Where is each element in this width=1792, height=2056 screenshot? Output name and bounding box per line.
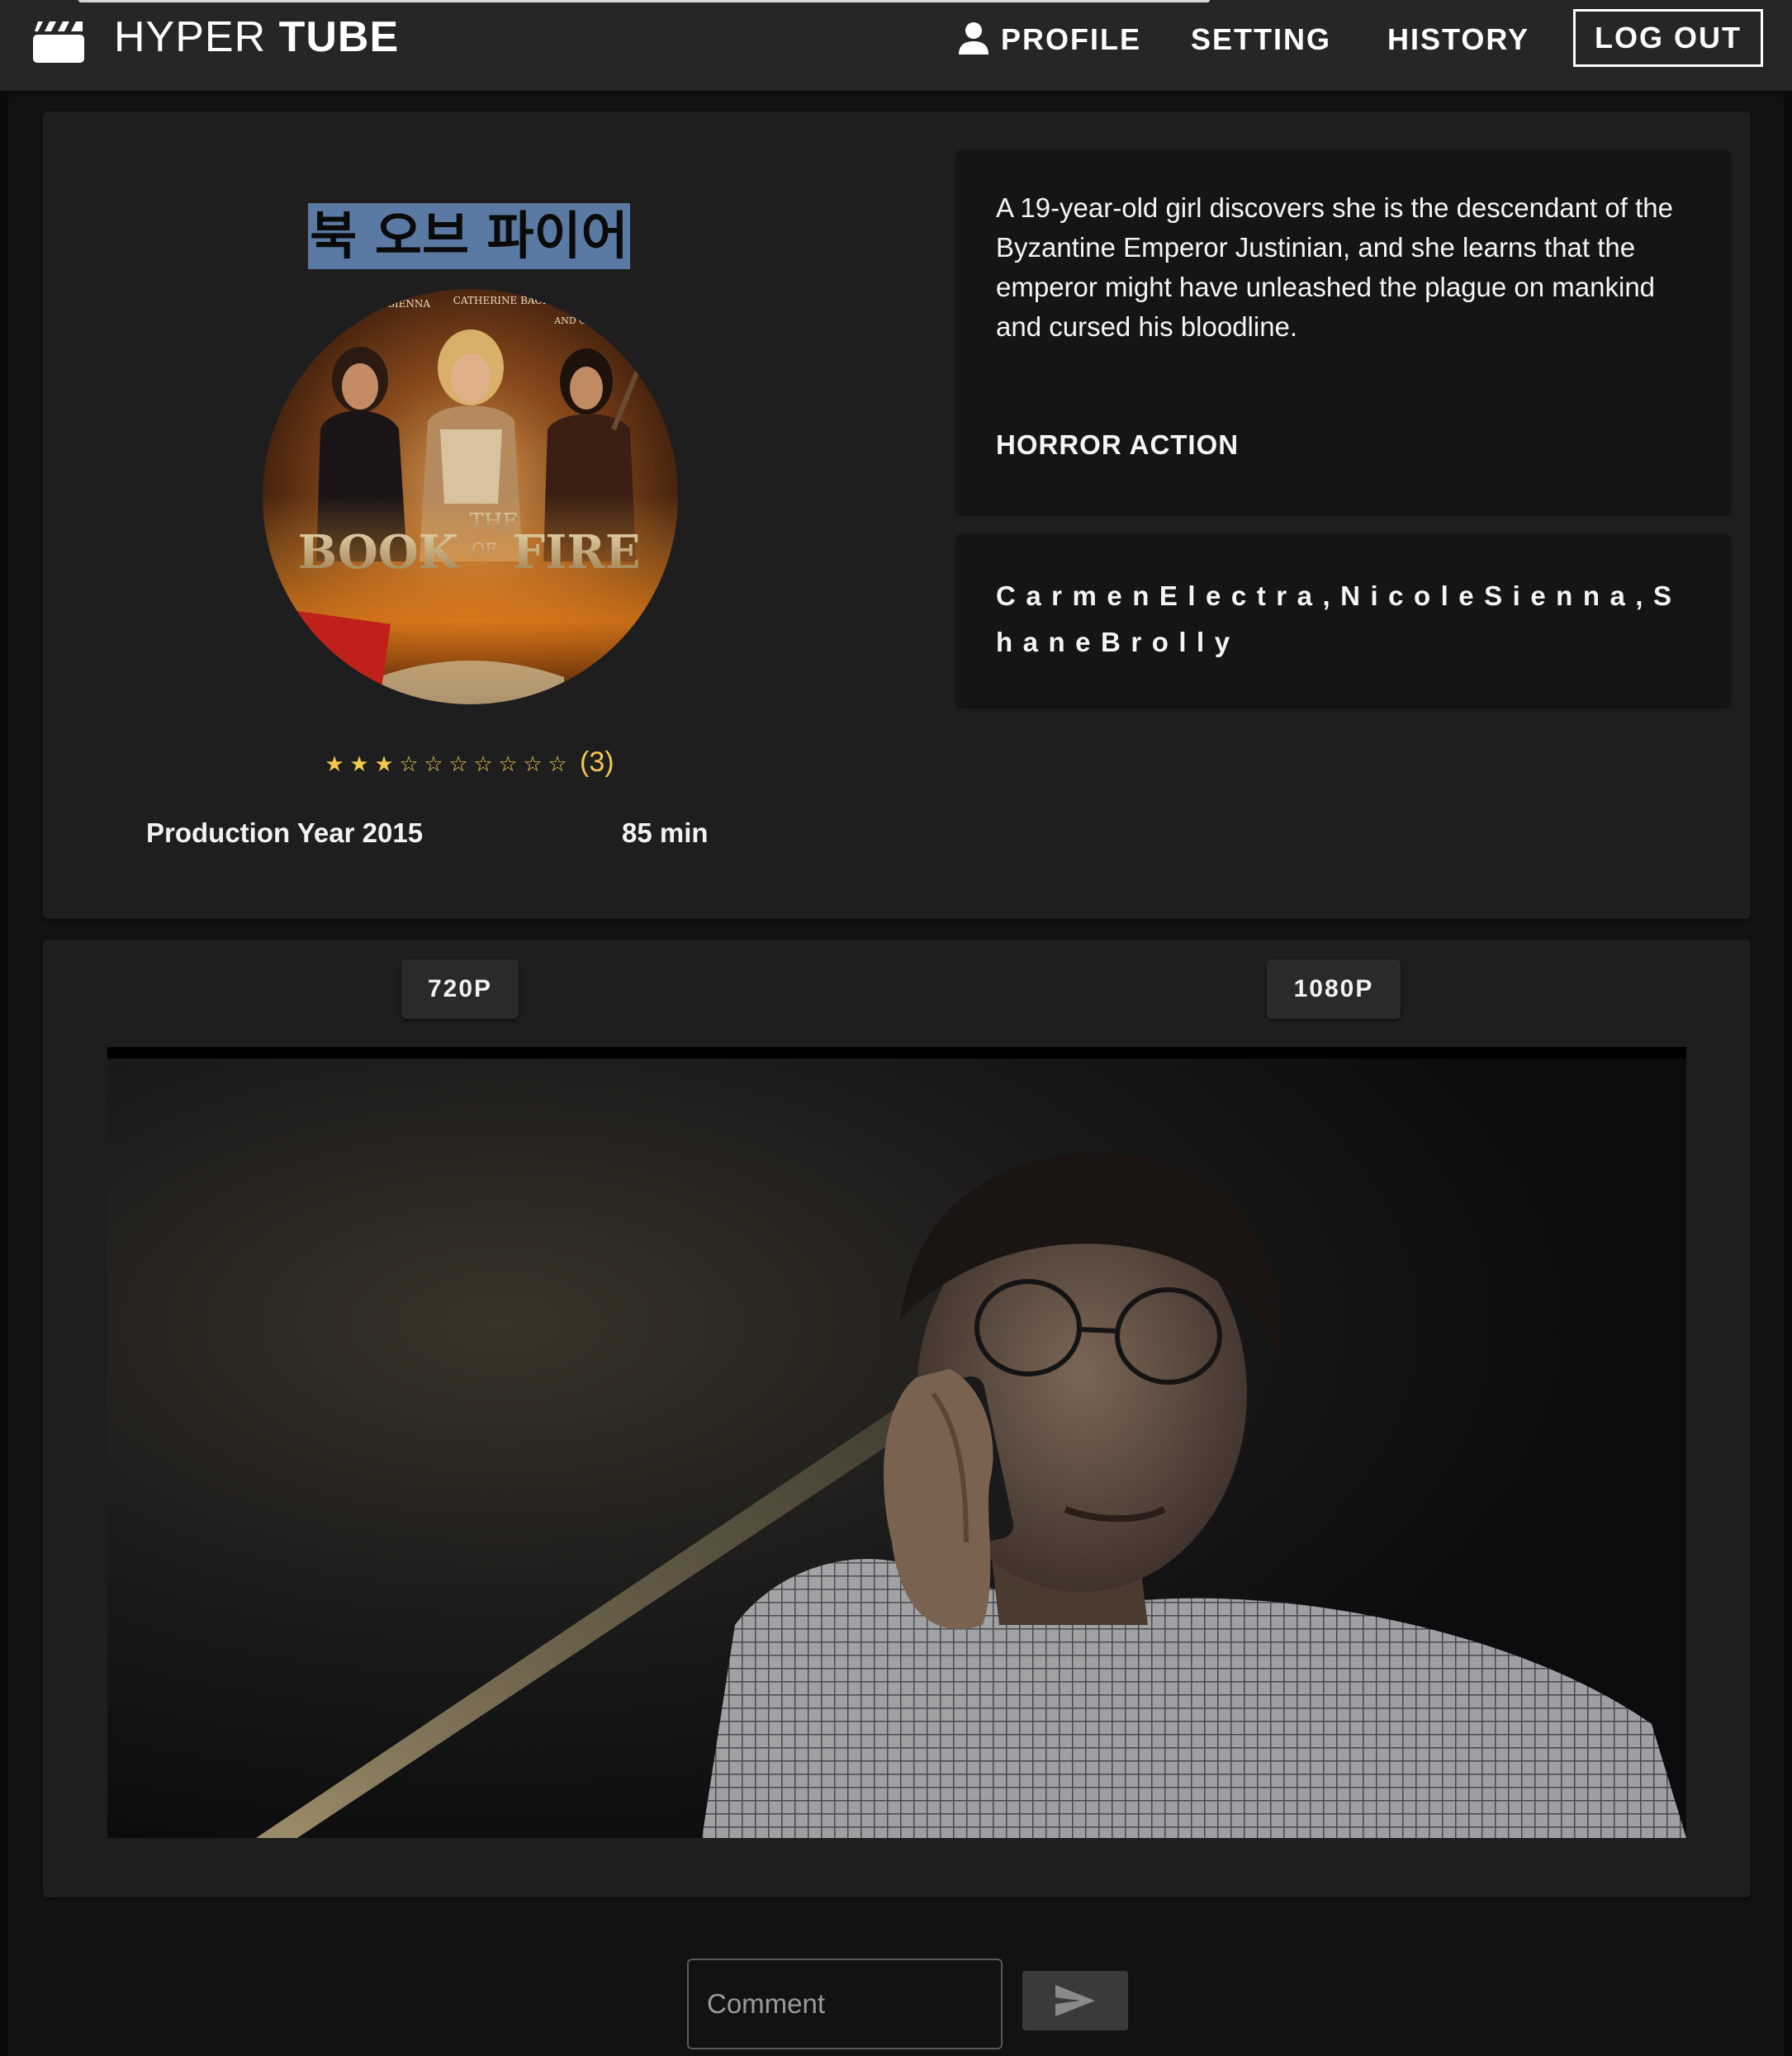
nav-setting[interactable]: SETTING [1191,17,1331,63]
star-filled-icon[interactable]: ★ [372,744,396,785]
clapperboard-icon[interactable] [31,15,86,64]
cast-list: CarmenElectra,NicoleSienna,ShaneBrolly [996,580,1682,657]
star-filled-icon[interactable]: ★ [347,744,372,785]
star-empty-icon[interactable]: ☆ [471,744,495,785]
brand-logo-text[interactable]: HYPER TUBE [114,12,399,63]
star-filled-icon[interactable]: ★ [322,744,347,785]
star-empty-icon[interactable]: ☆ [396,744,421,785]
star-empty-icon[interactable]: ☆ [495,744,520,785]
frame-left-edge [0,91,8,2056]
video-player[interactable] [107,1047,1686,1838]
star-empty-icon[interactable]: ☆ [520,744,545,785]
frame-right-edge [1784,91,1792,2056]
brand-light: HYPER [114,13,267,61]
nav-profile[interactable]: PROFILE [958,17,1141,63]
quality-1080p-button[interactable]: 1080P [1267,959,1401,1019]
poster-title-the: THE [470,509,519,534]
star-empty-icon[interactable]: ☆ [421,744,446,785]
quality-720p-button[interactable]: 720P [401,959,519,1019]
movie-title: 북 오브 파이어 [308,203,630,269]
send-icon [1055,1985,1095,2016]
genre-list: HORROR ACTION [996,429,1240,460]
star-empty-icon[interactable]: ☆ [446,744,471,785]
top-navigation-bar: HYPER TUBE PROFILE SETTING HISTORY LOG O… [0,0,1792,91]
logout-button[interactable]: LOG OUT [1573,9,1763,67]
synopsis-text: A 19-year-old girl discovers she is the … [996,192,1673,342]
nav-profile-label: PROFILE [1001,22,1142,56]
poster-title-book: BOOK [298,525,461,580]
comment-input[interactable] [687,1959,1003,2049]
top-edge-highlight [78,0,1210,2]
star-empty-icon[interactable]: ☆ [545,744,570,785]
brand-bold: TUBE [278,13,400,61]
movie-poster: NICOLE SIENNA CATHERINE BACH AND CARMEN … [263,289,678,704]
star-rating: ★ ★ ★ ☆ ☆ ☆ ☆ ☆ ☆ ☆ (3) [322,741,614,783]
runtime: 85 min [622,817,709,848]
nav-history[interactable]: HISTORY [1387,17,1529,63]
person-icon [959,22,988,54]
rating-count: (3) [580,746,614,778]
production-year: Production Year 2015 [146,817,424,848]
poster-title-of: OF [472,539,496,559]
send-comment-button[interactable] [1022,1971,1128,2030]
poster-title-fire: FIRE [512,525,640,580]
